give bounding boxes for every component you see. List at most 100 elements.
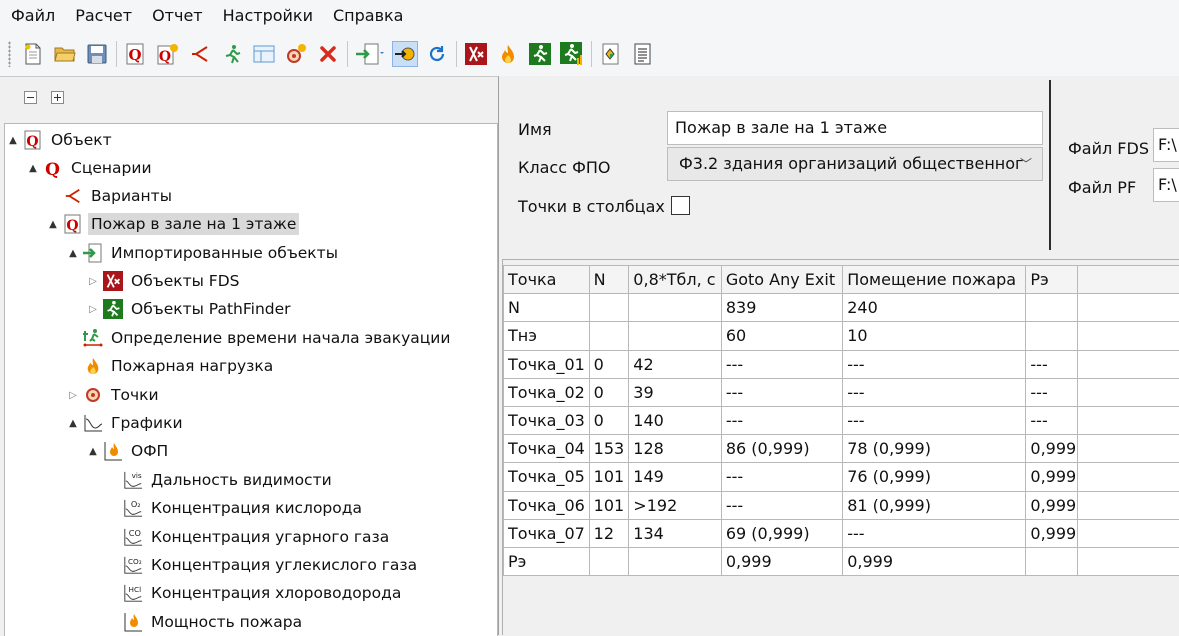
expand-arrow[interactable]: ▲ <box>67 248 79 259</box>
table-cell[interactable] <box>1078 463 1179 491</box>
fds-file-field[interactable]: F:\ <box>1153 128 1179 162</box>
table-cell[interactable]: Точка_03 <box>504 406 590 434</box>
table-cell[interactable]: 42 <box>629 350 722 378</box>
table-cell[interactable] <box>1026 294 1078 322</box>
pathfinder-icon[interactable] <box>528 42 552 66</box>
layout-icon[interactable] <box>252 42 276 66</box>
refresh-icon[interactable] <box>425 42 449 66</box>
table-cell[interactable]: 134 <box>629 519 722 547</box>
table-cell[interactable] <box>1078 378 1179 406</box>
tree-node-imported[interactable]: ▲ Импортированные объекты <box>67 240 341 266</box>
table-cell[interactable]: --- <box>843 519 1026 547</box>
expand-arrow[interactable]: ▷ <box>87 304 99 315</box>
table-cell[interactable]: Точка_02 <box>504 378 590 406</box>
evacuation-run-icon[interactable] <box>220 42 244 66</box>
table-cell[interactable]: 0 <box>589 406 629 434</box>
table-cell[interactable] <box>629 294 722 322</box>
tree-node-fire-scenario[interactable]: ▲ Q Пожар в зале на 1 этаже <box>47 211 299 237</box>
menu-help[interactable]: Справка <box>323 0 414 32</box>
column-header[interactable]: Рэ <box>1026 266 1078 294</box>
table-cell[interactable]: 101 <box>589 491 629 519</box>
tree-node-fire-load[interactable]: Пожарная нагрузка <box>67 353 276 379</box>
expand-all-icon[interactable] <box>51 91 64 104</box>
expand-arrow[interactable]: ▲ <box>67 418 79 429</box>
table-cell[interactable]: --- <box>1026 406 1078 434</box>
fds-icon[interactable] <box>464 42 488 66</box>
menu-file[interactable]: Файл <box>0 0 65 32</box>
expand-arrow[interactable]: ▷ <box>67 390 79 401</box>
table-cell[interactable]: --- <box>843 378 1026 406</box>
table-cell[interactable]: Точка_05 <box>504 463 590 491</box>
tree-node-co[interactable]: CO Концентрация угарного газа <box>107 524 392 550</box>
points-in-columns-checkbox[interactable] <box>671 196 690 215</box>
link-icon[interactable] <box>393 42 417 66</box>
q-add-icon[interactable]: Q <box>156 42 180 66</box>
tree-node-variants[interactable]: Варианты <box>47 183 175 209</box>
table-cell[interactable]: 240 <box>843 294 1026 322</box>
table-cell[interactable]: 39 <box>629 378 722 406</box>
menu-report[interactable]: Отчет <box>142 0 213 32</box>
name-field[interactable]: Пожар в зале на 1 этаже <box>667 111 1043 145</box>
table-cell[interactable]: 153 <box>589 435 629 463</box>
table-cell[interactable]: Точка_06 <box>504 491 590 519</box>
tree-node-ofp[interactable]: ▲ ОФП <box>87 438 171 464</box>
table-cell[interactable]: 101 <box>589 463 629 491</box>
document-icon[interactable] <box>631 42 655 66</box>
table-cell[interactable]: Точка_04 <box>504 435 590 463</box>
pf-file-field[interactable]: F:\ <box>1153 168 1179 202</box>
table-cell[interactable]: 69 (0,999) <box>721 519 842 547</box>
import-icon[interactable] <box>355 42 385 66</box>
table-cell[interactable] <box>1078 294 1179 322</box>
toolbar-grip[interactable] <box>8 41 11 67</box>
tree-node-hcl[interactable]: HCl Концентрация хлороводорода <box>107 580 404 606</box>
table-cell[interactable]: 76 (0,999) <box>843 463 1026 491</box>
column-header[interactable]: N <box>589 266 629 294</box>
column-header[interactable]: Помещение пожара <box>843 266 1026 294</box>
table-cell[interactable]: 0 <box>589 350 629 378</box>
panel-separator[interactable] <box>1049 80 1051 250</box>
table-cell[interactable]: 12 <box>589 519 629 547</box>
table-cell[interactable]: 0 <box>589 378 629 406</box>
table-cell[interactable]: Точка_07 <box>504 519 590 547</box>
table-cell[interactable]: --- <box>721 350 842 378</box>
tree-node-fds-objects[interactable]: ▷ Объекты FDS <box>87 268 243 294</box>
table-cell[interactable]: 60 <box>721 322 842 350</box>
fire-load-icon[interactable] <box>496 42 520 66</box>
variants-icon[interactable] <box>188 42 212 66</box>
new-document-icon[interactable] <box>21 42 45 66</box>
save-icon[interactable] <box>85 42 109 66</box>
tree-node-oxygen[interactable]: O₂ Концентрация кислорода <box>107 495 365 521</box>
table-cell[interactable]: Точка_01 <box>504 350 590 378</box>
table-cell[interactable] <box>1078 322 1179 350</box>
table-cell[interactable]: N <box>504 294 590 322</box>
table-cell[interactable]: 0,999 <box>843 547 1026 575</box>
pathfinder-stats-icon[interactable] <box>560 42 584 66</box>
column-header[interactable]: 0,8*Тбл, с <box>629 266 722 294</box>
table-cell[interactable]: --- <box>721 378 842 406</box>
table-cell[interactable] <box>1026 322 1078 350</box>
collapse-all-icon[interactable] <box>24 91 37 104</box>
table-cell[interactable] <box>1078 406 1179 434</box>
menu-calc[interactable]: Расчет <box>65 0 142 32</box>
q-object-icon[interactable]: Q <box>124 42 148 66</box>
table-cell[interactable]: 0,999 <box>721 547 842 575</box>
table-cell[interactable]: 86 (0,999) <box>721 435 842 463</box>
table-cell[interactable]: Тнэ <box>504 322 590 350</box>
table-cell[interactable] <box>589 294 629 322</box>
expand-arrow[interactable]: ▲ <box>87 446 99 457</box>
table-cell[interactable] <box>629 547 722 575</box>
table-cell[interactable] <box>1078 547 1179 575</box>
tree-node-scenarios[interactable]: ▲ Q Сценарии <box>27 155 155 181</box>
table-cell[interactable] <box>1078 491 1179 519</box>
table-cell[interactable]: --- <box>721 491 842 519</box>
table-cell[interactable]: 140 <box>629 406 722 434</box>
menu-settings[interactable]: Настройки <box>213 0 323 32</box>
table-cell[interactable]: 128 <box>629 435 722 463</box>
table-cell[interactable]: --- <box>721 463 842 491</box>
table-cell[interactable] <box>1078 519 1179 547</box>
table-cell[interactable] <box>589 547 629 575</box>
tree-node-pathfinder-objects[interactable]: ▷ Объекты PathFinder <box>87 296 294 322</box>
table-cell[interactable] <box>1078 350 1179 378</box>
tree-node-fire-power[interactable]: Мощность пожара <box>107 609 305 635</box>
delete-icon[interactable] <box>316 42 340 66</box>
